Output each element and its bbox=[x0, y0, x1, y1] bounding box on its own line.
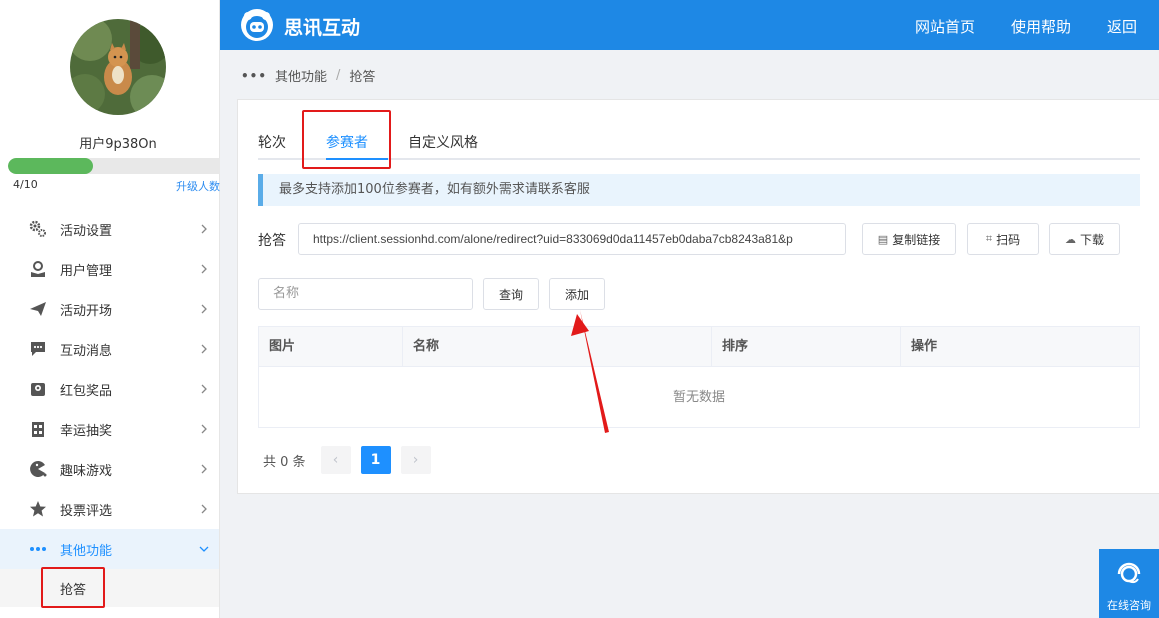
highlight-box-tab bbox=[302, 110, 391, 169]
top-header: 思讯互动 网站首页 使用帮助 返回 bbox=[220, 0, 1159, 50]
online-support-label: 在线咨询 bbox=[1107, 599, 1151, 612]
brand-name: 思讯互动 bbox=[284, 17, 361, 39]
copy-icon: ▤ bbox=[877, 232, 889, 246]
breadcrumb-separator: / bbox=[336, 68, 341, 83]
breadcrumb: ••• 其他功能 / 抢答 bbox=[241, 66, 375, 85]
more-icon: ••• bbox=[241, 68, 268, 83]
empty-state: 暂无数据 bbox=[672, 390, 725, 405]
game-icon bbox=[28, 459, 48, 479]
chevron-right-icon bbox=[201, 304, 207, 314]
chevron-right-icon bbox=[201, 344, 207, 354]
more-icon bbox=[28, 539, 48, 559]
annotation-arrow bbox=[571, 310, 609, 433]
copy-link-button[interactable]: ▤ 复制链接 bbox=[862, 223, 956, 255]
link-label: 抢答 bbox=[258, 233, 286, 249]
sidebar-item-label: 其他功能 bbox=[60, 543, 113, 559]
column-header-order: 排序 bbox=[712, 327, 901, 367]
sidebar-item-red-packet-prizes[interactable]: 红包奖品 bbox=[0, 369, 219, 409]
copy-link-label: 复制链接 bbox=[892, 232, 941, 247]
chevron-right-icon bbox=[201, 464, 207, 474]
page-button-current[interactable]: 1 bbox=[360, 446, 391, 474]
chevron-right-icon bbox=[201, 504, 207, 514]
nav-home-link[interactable]: 网站首页 bbox=[915, 16, 975, 37]
nav-back-link[interactable]: 返回 bbox=[1107, 16, 1137, 37]
name-search-input[interactable]: 名称 bbox=[258, 278, 473, 310]
sidebar-item-voting[interactable]: 投票评选 bbox=[0, 489, 219, 529]
avatar[interactable] bbox=[70, 19, 166, 115]
sidebar-subitem-quick-answer[interactable]: 抢答 bbox=[0, 569, 219, 607]
robot-logo-icon[interactable] bbox=[240, 8, 274, 42]
main-card: 轮次 参赛者 自定义风格 最多支持添加100位参赛者，如有额外需求请联系客服 抢… bbox=[237, 99, 1159, 494]
sidebar-item-interactive-messages[interactable]: 互动消息 bbox=[0, 329, 219, 369]
sidebar-item-activity-settings[interactable]: 活动设置 bbox=[0, 209, 219, 249]
sidebar-item-label: 互动消息 bbox=[60, 343, 113, 359]
table-header: 图片 名称 排序 操作 bbox=[259, 327, 1139, 367]
sidebar-item-other-functions[interactable]: 其他功能 bbox=[0, 529, 219, 569]
sidebar-item-label: 活动设置 bbox=[60, 223, 113, 239]
link-url-field[interactable]: https://client.sessionhd.com/alone/redir… bbox=[298, 223, 846, 255]
sidebar-item-lucky-draw[interactable]: 幸运抽奖 bbox=[0, 409, 219, 449]
column-header-actions: 操作 bbox=[911, 339, 938, 354]
cloud-download-icon: ☁ bbox=[1064, 232, 1076, 246]
lottery-icon bbox=[28, 419, 48, 439]
nav-help-link[interactable]: 使用帮助 bbox=[1011, 16, 1071, 37]
chevron-down-icon bbox=[199, 546, 209, 552]
pagination: 共 0 条 ‹ 1 › bbox=[263, 446, 431, 474]
next-page-button[interactable]: › bbox=[400, 446, 431, 474]
highlight-box-subitem bbox=[41, 567, 105, 608]
sidebar-item-activity-opening[interactable]: 活动开场 bbox=[0, 289, 219, 329]
headset-icon bbox=[1117, 562, 1141, 584]
gift-icon bbox=[28, 379, 48, 399]
tab-custom-style[interactable]: 自定义风格 bbox=[408, 132, 478, 152]
sidebar: 用户9p38On 4/10 升级人数 活动设置 用户管理 活动开场 互动消息 红… bbox=[0, 0, 220, 618]
user-icon bbox=[28, 259, 48, 279]
upgrade-link[interactable]: 升级人数 bbox=[176, 178, 220, 194]
sidebar-item-label: 趣味游戏 bbox=[60, 463, 113, 479]
sidebar-item-label: 红包奖品 bbox=[60, 383, 113, 399]
sidebar-item-label: 活动开场 bbox=[60, 303, 113, 319]
tab-rounds[interactable]: 轮次 bbox=[258, 132, 286, 152]
query-button[interactable]: 查询 bbox=[483, 278, 539, 310]
notice-banner: 最多支持添加100位参赛者，如有额外需求请联系客服 bbox=[258, 174, 1140, 206]
chat-icon bbox=[28, 339, 48, 359]
prev-page-button[interactable]: ‹ bbox=[320, 446, 351, 474]
gears-icon bbox=[28, 219, 48, 239]
quota-progress-bar bbox=[8, 158, 220, 174]
chevron-right-icon bbox=[201, 424, 207, 434]
paper-plane-icon bbox=[28, 299, 48, 319]
chevron-right-icon bbox=[201, 384, 207, 394]
chevron-right-icon bbox=[201, 264, 207, 274]
column-header-image: 图片 bbox=[259, 327, 403, 367]
username: 用户9p38On bbox=[79, 137, 157, 152]
scan-button[interactable]: ⌗ 扫码 bbox=[967, 223, 1039, 255]
online-support-button[interactable]: 在线咨询 bbox=[1099, 549, 1159, 618]
download-button[interactable]: ☁ 下载 bbox=[1049, 223, 1120, 255]
download-label: 下载 bbox=[1079, 232, 1104, 247]
breadcrumb-parent[interactable]: 其他功能 bbox=[275, 66, 327, 85]
quota-text: 4/10 bbox=[13, 178, 38, 191]
participants-table: 图片 名称 排序 操作 暂无数据 bbox=[258, 326, 1140, 428]
pagination-total: 共 0 条 bbox=[263, 454, 306, 470]
sidebar-item-user-management[interactable]: 用户管理 bbox=[0, 249, 219, 289]
sidebar-item-fun-games[interactable]: 趣味游戏 bbox=[0, 449, 219, 489]
column-header-name: 名称 bbox=[403, 327, 712, 367]
scan-label: 扫码 bbox=[996, 232, 1021, 247]
breadcrumb-current: 抢答 bbox=[349, 70, 376, 85]
quota-progress-fill bbox=[8, 158, 93, 174]
star-icon bbox=[28, 499, 48, 519]
scan-icon: ⌗ bbox=[985, 232, 993, 245]
sidebar-item-label: 投票评选 bbox=[60, 503, 113, 519]
sidebar-menu: 活动设置 用户管理 活动开场 互动消息 红包奖品 幸运抽奖 趣味游戏 投票评选 … bbox=[0, 209, 219, 607]
sidebar-item-label: 用户管理 bbox=[60, 263, 113, 279]
sidebar-item-label: 幸运抽奖 bbox=[60, 423, 113, 439]
chevron-right-icon bbox=[201, 224, 207, 234]
